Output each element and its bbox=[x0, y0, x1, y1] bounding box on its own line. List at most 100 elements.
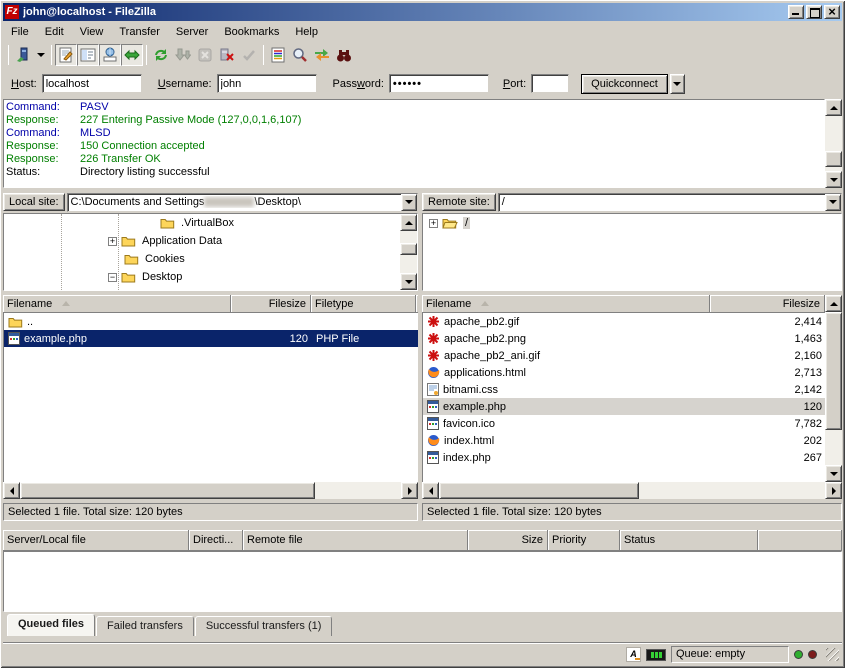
site-manager-button[interactable] bbox=[12, 44, 34, 66]
scrollbar-thumb[interactable] bbox=[20, 482, 315, 499]
file-row[interactable]: index.php 267 bbox=[423, 449, 825, 466]
scroll-down-button[interactable] bbox=[825, 465, 842, 482]
scroll-down-button[interactable] bbox=[400, 273, 417, 290]
chevron-down-icon bbox=[37, 53, 45, 57]
toggle-message-log-button[interactable] bbox=[55, 44, 77, 66]
remote-site-combo[interactable]: / bbox=[498, 193, 842, 212]
file-row[interactable]: index.html 202 bbox=[423, 432, 825, 449]
scrollbar-thumb[interactable] bbox=[439, 482, 639, 499]
tab-queued-files[interactable]: Queued files bbox=[7, 614, 95, 636]
column-header-remote-file[interactable]: Remote file bbox=[243, 530, 468, 551]
column-header-filetype[interactable]: Filetype bbox=[311, 295, 416, 313]
refresh-button[interactable] bbox=[150, 44, 172, 66]
remote-horizontal-scrollbar[interactable] bbox=[422, 482, 842, 499]
synchronized-browsing-button[interactable] bbox=[311, 44, 333, 66]
scrollbar-track[interactable] bbox=[400, 231, 417, 243]
disconnect-button[interactable] bbox=[216, 44, 238, 66]
scroll-left-button[interactable] bbox=[3, 482, 20, 499]
find-files-button[interactable] bbox=[333, 44, 355, 66]
local-tree-scrollbar[interactable] bbox=[400, 214, 417, 290]
tree-item-desktop[interactable]: − Desktop bbox=[4, 268, 400, 286]
menu-bookmarks[interactable]: Bookmarks bbox=[216, 24, 287, 40]
scroll-right-button[interactable] bbox=[825, 482, 842, 499]
scrollbar-thumb[interactable] bbox=[400, 243, 417, 255]
scrollbar-track[interactable] bbox=[825, 430, 842, 465]
scroll-up-button[interactable] bbox=[400, 214, 417, 231]
quickconnect-dropdown-button[interactable] bbox=[670, 74, 685, 94]
menu-file[interactable]: File bbox=[3, 24, 37, 40]
tree-item-application-data[interactable]: + Application Data bbox=[4, 232, 400, 250]
tree-item-virtualbox[interactable]: .VirtualBox bbox=[4, 214, 400, 232]
reconnect-button[interactable] bbox=[238, 44, 260, 66]
message-log-icon bbox=[58, 47, 74, 63]
process-queue-button[interactable] bbox=[172, 44, 194, 66]
scrollbar-track[interactable] bbox=[400, 255, 417, 273]
minimize-button[interactable] bbox=[788, 5, 804, 19]
column-header-filesize[interactable]: Filesize bbox=[231, 295, 311, 313]
menu-transfer[interactable]: Transfer bbox=[111, 24, 168, 40]
scrollbar-track[interactable] bbox=[315, 482, 401, 499]
local-site-combo[interactable]: C:\Documents and Settings\Desktop\ bbox=[67, 193, 418, 212]
file-row-example-php[interactable]: example.php 120 PHP File 1 bbox=[4, 330, 418, 347]
tree-item-cookies[interactable]: Cookies bbox=[4, 250, 400, 268]
cancel-button[interactable] bbox=[194, 44, 216, 66]
scrollbar-thumb[interactable] bbox=[825, 151, 842, 167]
column-header-size[interactable]: Size bbox=[468, 530, 548, 551]
maximize-button[interactable] bbox=[806, 5, 822, 19]
local-site-dropdown-button[interactable] bbox=[401, 194, 417, 211]
scroll-down-button[interactable] bbox=[825, 171, 842, 188]
quickconnect-button[interactable]: Quickconnect bbox=[581, 74, 668, 94]
file-row-example-php[interactable]: example.php 120 bbox=[423, 398, 825, 415]
file-row[interactable]: apache_pb2_ani.gif 2,160 bbox=[423, 347, 825, 364]
column-header-direction[interactable]: Directi... bbox=[189, 530, 243, 551]
tree-item-root[interactable]: + / bbox=[423, 214, 841, 232]
menu-edit[interactable]: Edit bbox=[37, 24, 72, 40]
expand-plus-icon[interactable]: + bbox=[108, 237, 117, 246]
file-row[interactable]: applications.html 2,713 bbox=[423, 364, 825, 381]
tab-successful-transfers[interactable]: Successful transfers (1) bbox=[195, 616, 333, 636]
file-row[interactable]: apache_pb2.gif 2,414 bbox=[423, 313, 825, 330]
close-button[interactable] bbox=[824, 5, 840, 19]
file-row[interactable]: apache_pb2.png 1,463 bbox=[423, 330, 825, 347]
column-header-filesize[interactable]: Filesize bbox=[710, 295, 825, 313]
file-row-parent-dir[interactable]: .. bbox=[4, 313, 418, 330]
menu-help[interactable]: Help bbox=[287, 24, 326, 40]
scroll-up-button[interactable] bbox=[825, 295, 842, 312]
scroll-left-button[interactable] bbox=[422, 482, 439, 499]
column-header-status[interactable]: Status bbox=[620, 530, 758, 551]
toggle-local-tree-button[interactable] bbox=[77, 44, 99, 66]
column-header-filename[interactable]: Filename bbox=[422, 295, 710, 313]
log-vertical-scrollbar[interactable] bbox=[825, 99, 842, 188]
menu-view[interactable]: View bbox=[72, 24, 112, 40]
site-manager-dropdown-button[interactable] bbox=[34, 44, 48, 66]
column-header-filename[interactable]: Filename bbox=[3, 295, 231, 313]
file-row[interactable]: bitnami.css 2,142 bbox=[423, 381, 825, 398]
scrollbar-track[interactable] bbox=[825, 116, 842, 151]
port-input[interactable] bbox=[532, 75, 568, 92]
toggle-transfer-queue-button[interactable] bbox=[121, 44, 143, 66]
menu-server[interactable]: Server bbox=[168, 24, 216, 40]
scrollbar-track[interactable] bbox=[639, 482, 825, 499]
password-input[interactable] bbox=[390, 75, 488, 92]
file-row[interactable]: favicon.ico 7,782 bbox=[423, 415, 825, 432]
resize-grip[interactable] bbox=[826, 648, 839, 661]
filter-button[interactable] bbox=[267, 44, 289, 66]
tab-failed-transfers[interactable]: Failed transfers bbox=[96, 616, 194, 636]
expand-plus-icon[interactable]: + bbox=[429, 219, 438, 228]
scroll-right-button[interactable] bbox=[401, 482, 418, 499]
queue-list[interactable] bbox=[3, 551, 842, 612]
toggle-remote-tree-button[interactable] bbox=[99, 44, 121, 66]
remote-vertical-scrollbar[interactable] bbox=[825, 295, 842, 482]
column-header-priority[interactable]: Priority bbox=[548, 530, 620, 551]
scroll-up-button[interactable] bbox=[825, 99, 842, 116]
column-header-server-local-file[interactable]: Server/Local file bbox=[3, 530, 189, 551]
username-input[interactable] bbox=[218, 75, 316, 92]
collapse-minus-icon[interactable]: − bbox=[108, 273, 117, 282]
remote-site-dropdown-button[interactable] bbox=[825, 194, 841, 211]
horizontal-splitter[interactable] bbox=[3, 522, 842, 530]
title-bar[interactable]: Fz john@localhost - FileZilla bbox=[3, 3, 842, 21]
directory-comparison-button[interactable] bbox=[289, 44, 311, 66]
local-horizontal-scrollbar[interactable] bbox=[3, 482, 418, 499]
host-input[interactable] bbox=[43, 75, 141, 92]
scrollbar-thumb[interactable] bbox=[825, 312, 842, 430]
